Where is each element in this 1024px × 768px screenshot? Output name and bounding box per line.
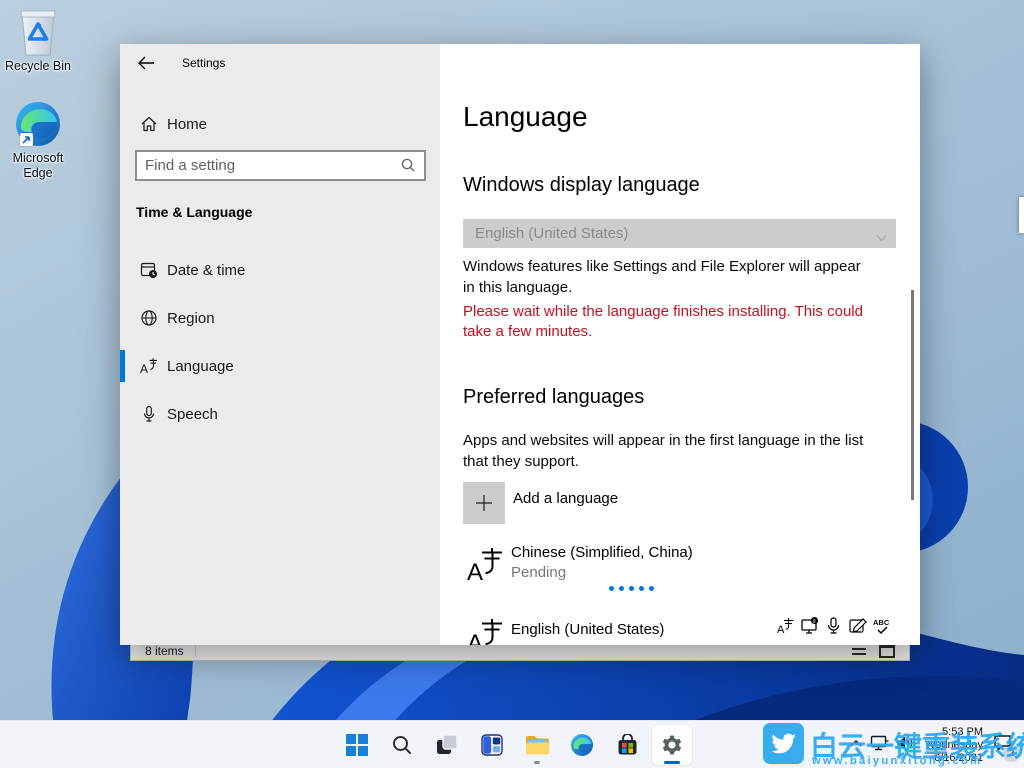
sidebar-item-language[interactable]: A Language [120,346,440,386]
widgets-icon [480,733,504,757]
add-language-label[interactable]: Add a language [513,490,618,507]
language-glyph-icon: A [467,617,503,645]
windows-logo-icon [346,734,368,756]
display-language-dropdown[interactable]: English (United States) [463,219,896,248]
language-name: Chinese (Simplified, China) [511,544,693,561]
recycle-bin-desktop-icon[interactable]: Recycle Bin [0,8,76,74]
running-indicator [534,761,540,764]
edge-desktop-icon[interactable]: Microsoft Edge [0,100,76,181]
language-status: Pending [511,564,566,581]
tray-chevron-up-icon[interactable] [849,736,863,754]
file-explorer-button[interactable] [517,725,557,765]
svg-text:A: A [467,630,483,645]
content-scrollbar[interactable] [911,290,914,500]
widgets-button[interactable] [472,725,512,765]
taskbar: 5:53 PM Wednesday 6/16/2021 2 [0,720,1024,768]
speech-label: Speech [167,406,218,423]
language-name: English (United States) [511,621,664,638]
handwriting-feature-icon [849,616,866,636]
search-button[interactable] [382,725,422,765]
svg-text:9: 9 [813,619,816,625]
display-language-feature-icon: A [777,616,794,636]
globe-icon [140,309,158,327]
offscreen-window-edge [1019,197,1024,233]
language-label: Language [167,358,234,375]
settings-gear-icon [660,733,684,757]
store-icon [616,734,639,757]
date-time-icon [140,261,158,279]
settings-content: Language Windows display language Englis… [440,44,920,645]
shortcut-arrow-icon [20,133,33,146]
tray-clock[interactable]: 5:53 PM Wednesday 6/16/2021 [921,726,983,765]
details-view-button[interactable] [851,645,867,658]
chevron-down-icon [876,229,887,247]
search-icon[interactable] [400,157,416,178]
edge-button[interactable] [562,725,602,765]
svg-text:A: A [777,624,785,636]
microphone-icon [140,405,158,423]
plus-icon [475,494,493,512]
tray-date: 6/16/2021 [921,752,983,765]
tray-time: 5:53 PM [921,726,983,739]
settings-search-box[interactable] [135,150,426,181]
date-time-label: Date & time [167,262,245,279]
start-button[interactable] [337,725,377,765]
recycle-bin-icon [16,8,60,56]
sidebar-item-speech[interactable]: Speech [120,394,440,434]
settings-window: Settings Home Time & Language Date & tim… [120,44,920,645]
network-icon[interactable] [870,735,889,756]
home-label: Home [167,116,207,133]
display-language-heading: Windows display language [463,174,700,197]
task-view-icon [435,733,459,757]
explorer-items-count: 8 items [145,644,184,658]
spellcheck-feature-icon: ABC [873,616,890,636]
notification-badge: 2 [1004,746,1019,761]
back-button[interactable] [136,54,158,74]
region-label: Region [167,310,215,327]
dropdown-value: English (United States) [475,225,628,242]
sidebar-item-region[interactable]: Region [120,298,440,338]
task-view-button[interactable] [427,725,467,765]
app-language-feature-icon: 9 [801,616,818,636]
large-icons-view-button[interactable] [879,645,895,658]
page-title: Language [463,101,588,133]
volume-icon[interactable] [896,735,914,756]
svg-text:ABC: ABC [873,618,890,627]
tray-weekday: Wednesday [921,739,983,752]
language-feature-icons: A 9 ABC [777,616,890,636]
edge-desktop-label: Microsoft Edge [0,151,76,181]
store-button[interactable] [607,725,647,765]
add-language-button[interactable] [463,482,505,524]
install-warning-text: Please wait while the language finishes … [463,302,875,342]
edge-icon [570,733,594,757]
file-explorer-icon [525,735,550,756]
settings-button[interactable] [652,725,692,765]
svg-text:A: A [140,362,148,375]
action-center-button[interactable]: 2 [993,734,1012,756]
sidebar-item-date-time[interactable]: Date & time [120,250,440,290]
speech-feature-icon [825,616,842,636]
home-icon [140,115,158,133]
window-title: Settings [182,56,225,70]
display-language-description: Windows features like Settings and File … [463,256,875,298]
svg-text:A: A [467,559,483,584]
recycle-bin-label: Recycle Bin [0,59,76,74]
language-icon: A [140,357,158,375]
install-progress-dots [609,586,655,591]
sidebar-section-heading: Time & Language [136,204,252,220]
preferred-languages-description: Apps and websites will appear in the fir… [463,430,875,472]
active-indicator [664,761,680,764]
preferred-languages-heading: Preferred languages [463,386,644,409]
search-input[interactable] [145,152,395,179]
sidebar-item-home[interactable]: Home [120,104,440,144]
search-icon [391,734,413,756]
selected-indicator [120,350,125,382]
divider [195,644,196,657]
language-glyph-icon: A [467,546,503,584]
